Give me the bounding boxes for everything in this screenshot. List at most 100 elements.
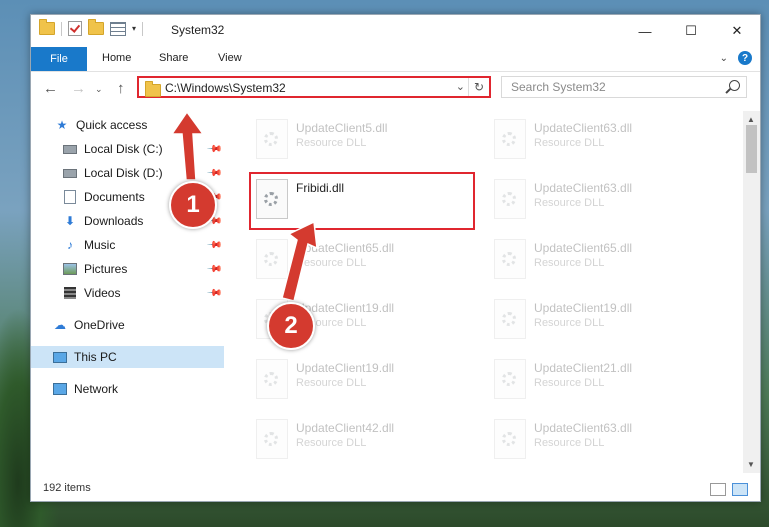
refresh-icon[interactable]: ↻ (468, 78, 489, 96)
new-folder-icon[interactable] (88, 19, 104, 35)
back-arrow-icon[interactable]: ← (43, 80, 58, 97)
dll-file-icon (494, 119, 526, 159)
tab-view[interactable]: View (218, 52, 242, 64)
dll-file-icon (494, 299, 526, 339)
sidebar-item-label: OneDrive (74, 318, 125, 332)
file-item[interactable]: UpdateClient42.dll Resource DLL (252, 415, 482, 469)
file-item[interactable]: UpdateClient63.dll Resource DLL (490, 175, 720, 229)
file-item[interactable]: UpdateClient19.dll Resource DLL (490, 295, 720, 349)
scroll-down-arrow-icon[interactable]: ▼ (747, 460, 755, 469)
scrollbar-thumb[interactable] (746, 125, 757, 173)
customize-toolbar-chevron-icon[interactable]: ▾ (132, 24, 136, 33)
address-bar[interactable]: C:\Windows\System32 ⌄ ↻ (137, 76, 491, 98)
properties-check-icon[interactable] (68, 21, 82, 36)
tab-share[interactable]: Share (159, 52, 188, 64)
window-controls: — ☐ ✕ (622, 15, 760, 47)
file-item[interactable]: UpdateClient5.dll Resource DLL (252, 115, 482, 169)
file-item[interactable]: UpdateClient19.dll Resource DLL (252, 355, 482, 409)
expand-ribbon-chevron-icon[interactable]: ⌄ (720, 53, 728, 64)
file-type: Resource DLL (296, 377, 367, 389)
file-name: UpdateClient63.dll (534, 121, 633, 135)
ribbon-help-area: ⌄ ? (720, 51, 752, 65)
sidebar-item-label: Videos (84, 286, 121, 300)
address-folder-icon (145, 81, 161, 97)
sidebar-item-label: Network (74, 382, 119, 396)
recent-locations-chevron-icon[interactable]: ⌄ (95, 84, 103, 95)
file-type: Resource DLL (534, 437, 605, 449)
maximize-button[interactable]: ☐ (668, 15, 714, 47)
sidebar-item-local-disk-c[interactable]: Local Disk (C:) 📌 (31, 138, 224, 160)
file-name: UpdateClient65.dll (296, 241, 395, 255)
sidebar-item-quick-access[interactable]: ★ Quick access (31, 114, 224, 136)
sidebar-item-network[interactable]: Network (31, 378, 224, 400)
dll-file-icon (494, 179, 526, 219)
sidebar-item-label: Downloads (84, 214, 144, 228)
forward-arrow-icon[interactable]: → (71, 80, 86, 97)
pin-icon[interactable]: 📌 (205, 237, 222, 254)
download-icon: ⬇ (64, 214, 76, 228)
drive-icon (63, 142, 77, 156)
search-input[interactable]: Search System32 (501, 76, 747, 98)
sidebar-item-pictures[interactable]: Pictures 📌 (31, 258, 224, 280)
help-icon[interactable]: ? (738, 51, 752, 65)
vertical-scrollbar[interactable]: ▲ ▼ (743, 111, 760, 473)
sidebar-item-music[interactable]: ♪ Music 📌 (31, 234, 224, 256)
dll-file-icon (256, 119, 288, 159)
step-2-badge: 2 (267, 302, 315, 350)
search-icon[interactable] (729, 80, 740, 91)
status-bar: 192 items (31, 477, 760, 501)
properties-icon[interactable] (110, 21, 126, 36)
sidebar-item-videos[interactable]: Videos 📌 (31, 282, 224, 304)
file-item[interactable]: UpdateClient65.dll Resource DLL (490, 235, 720, 289)
sidebar-item-this-pc[interactable]: This PC (31, 346, 224, 368)
minimize-button[interactable]: — (622, 15, 668, 47)
file-name: UpdateClient42.dll (296, 421, 395, 435)
file-item[interactable]: UpdateClient63.dll Resource DLL (490, 115, 720, 169)
large-icons-view-icon[interactable] (732, 483, 748, 496)
details-view-icon[interactable] (710, 483, 726, 496)
file-name: UpdateClient63.dll (534, 181, 633, 195)
sidebar-item-label: Documents (84, 190, 145, 204)
file-name: UpdateClient19.dll (534, 301, 633, 315)
pin-icon[interactable]: 📌 (205, 285, 222, 302)
sidebar-item-onedrive[interactable]: ☁ OneDrive (31, 314, 224, 336)
file-type: Resource DLL (534, 317, 605, 329)
music-icon: ♪ (67, 238, 73, 252)
file-item[interactable]: UpdateClient63.dll Resource DLL (490, 415, 720, 469)
dll-file-icon (256, 239, 288, 279)
view-toggle (710, 483, 748, 496)
document-icon (63, 190, 77, 204)
file-item[interactable]: UpdateClient21.dll Resource DLL (490, 355, 720, 409)
file-type: Resource DLL (296, 137, 367, 149)
dll-file-icon (494, 239, 526, 279)
navigation-bar: ← → ⌄ ↑ C:\Windows\System32 ⌄ ↻ Search S… (31, 72, 760, 104)
sidebar-item-label: Local Disk (D:) (84, 166, 163, 180)
folder-icon (39, 19, 55, 35)
file-type: Resource DLL (296, 257, 367, 269)
sidebar-item-label: Music (84, 238, 116, 252)
up-arrow-icon[interactable]: ↑ (117, 80, 125, 97)
network-icon (53, 382, 67, 396)
file-type: Resource DLL (534, 137, 605, 149)
file-name: UpdateClient19.dll (296, 361, 395, 375)
sidebar-item-label: This PC (74, 350, 117, 364)
address-dropdown-chevron-icon[interactable]: ⌄ (456, 80, 465, 93)
file-name: UpdateClient5.dll (296, 121, 388, 135)
divider (142, 21, 144, 36)
close-button[interactable]: ✕ (714, 15, 760, 47)
file-type: Resource DLL (534, 377, 605, 389)
file-type: Resource DLL (534, 257, 605, 269)
address-path[interactable]: C:\Windows\System32 (165, 81, 286, 95)
tab-file[interactable]: File (31, 47, 87, 71)
star-icon: ★ (56, 118, 68, 132)
file-type: Resource DLL (534, 197, 605, 209)
pin-icon[interactable]: 📌 (205, 141, 222, 158)
tab-home[interactable]: Home (102, 52, 131, 64)
pin-icon[interactable]: 📌 (205, 261, 222, 278)
pin-icon[interactable]: 📌 (205, 165, 222, 182)
step-1-badge: 1 (169, 181, 217, 229)
file-item[interactable]: UpdateClient65.dll Resource DLL (252, 235, 482, 289)
scroll-up-arrow-icon[interactable]: ▲ (747, 115, 755, 124)
computer-icon (53, 350, 67, 364)
sidebar-item-label: Local Disk (C:) (84, 142, 163, 156)
